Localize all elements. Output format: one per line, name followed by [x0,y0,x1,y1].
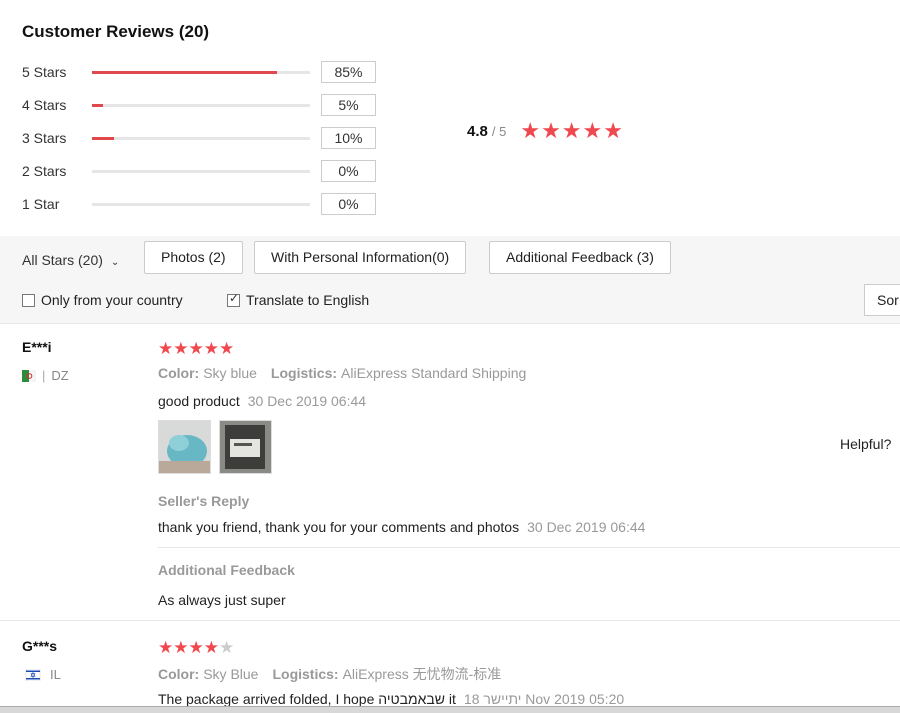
sort-dropdown[interactable]: Sor [864,284,900,316]
review-photo-thumbnail[interactable] [158,420,211,474]
all-stars-label: All Stars (20) [22,252,103,268]
color-value: Sky blue [203,365,257,381]
histogram-label: 4 Stars [22,97,67,113]
review-text: The package arrived folded, I hope שבאמב… [158,691,456,707]
review-divider [0,620,900,621]
additional-feedback-text: As always just super [158,592,286,608]
review-meta: Color: Sky blue Logistics: AliExpress Stand… [158,365,526,381]
histogram-percent: 10% [321,127,376,149]
country-code: IL [50,667,61,682]
additional-feedback-title: Additional Feedback [158,562,295,578]
average-value: 4.8 [467,122,488,140]
star-filled-icon: ★ [203,339,219,358]
only-country-checkbox[interactable]: Only from your country [22,292,183,308]
country-divider: | [42,368,46,383]
personal-info-filter-button[interactable]: With Personal Information(0) [254,241,467,274]
chevron-down-icon: ⌄ [110,257,120,268]
histogram-track [92,202,310,206]
histogram-label: 3 Stars [22,130,67,146]
histogram-fill [92,136,114,140]
star-filled-icon: ★ [158,339,174,358]
only-country-label: Only from your country [41,292,183,308]
histogram-row-4[interactable]: 4 Stars 5% [22,94,376,116]
average-rating: 4.8 / 5 ★ ★ ★ ★ ★ [467,120,624,142]
star-icon: ★ [561,118,582,143]
average-max: / 5 [491,123,507,139]
histogram-percent: 85% [321,61,376,83]
helpful-label: Helpful? [840,436,892,452]
histogram-row-1[interactable]: 1 Star 0% [22,193,376,215]
histogram-percent: 0% [321,160,376,182]
photo-image [220,421,271,473]
seller-reply-date: 30 Dec 2019 06:44 [527,519,646,535]
star-filled-icon: ★ [173,638,189,657]
review-text-line: good product 30 Dec 2019 06:44 [158,393,366,409]
star-filled-icon: ★ [203,638,219,657]
review-text: good product [158,393,240,409]
histogram-label: 2 Stars [22,163,67,179]
star-filled-icon: ★ [188,638,204,657]
histogram-row-5[interactable]: 5 Stars 85% [22,61,376,83]
photo-image [159,421,210,473]
seller-reply-title: Seller's Reply [158,493,250,509]
color-label: Color: [158,365,200,381]
review-date: 18 יתיישר Nov 2019 05:20 [463,691,625,707]
taskbar [0,706,900,713]
histogram-label: 1 Star [22,196,60,212]
review-username: E***i [22,339,52,355]
flag-il-icon [25,668,41,681]
histogram-track [92,70,310,74]
logistics-value: AliExpress 无忧物流-标准 [342,666,502,682]
star-filled-icon: ★ [173,339,189,358]
translate-checkbox[interactable]: Translate to English [227,291,370,308]
histogram-row-3[interactable]: 3 Stars 10% [22,127,376,149]
all-stars-dropdown[interactable]: All Stars (20) ⌄ [22,252,119,268]
star-filled-icon: ★ [188,339,204,358]
star-filled-icon: ★ [158,638,174,657]
reviews-title: Customer Reviews (20) [22,22,210,41]
review-text-line: The package arrived folded, I hope שבאמב… [158,691,624,707]
histogram-percent: 5% [321,94,376,116]
additional-feedback-filter-button[interactable]: Additional Feedback (3) [489,241,671,274]
color-value: Sky Blue [203,666,259,682]
review-photo-thumbnail[interactable] [219,420,272,474]
histogram-track [92,136,310,140]
photos-filter-button[interactable]: Photos (2) [144,241,243,274]
logistics-value: AliExpress Standard Shipping [341,365,527,381]
histogram-fill [92,70,278,74]
seller-reply-line: thank you friend, thank you for your com… [158,519,645,535]
histogram-track [92,169,310,173]
histogram-track [92,103,310,107]
review-rating: ★ ★ ★ ★ ★ [158,639,234,656]
star-filled-icon: ★ [219,339,235,358]
logistics-label: Logistics: [272,666,339,682]
checkbox-icon[interactable] [22,293,35,307]
country-code: DZ [51,368,69,383]
section-divider [158,547,900,548]
star-icon: ★ [603,118,623,143]
color-label: Color: [158,666,200,682]
review-date: 30 Dec 2019 06:44 [247,393,367,409]
star-empty-icon: ★ [219,638,235,657]
histogram-percent: 0% [321,193,376,215]
review-username: G***s [22,638,58,654]
review-meta: Color: Sky Blue Logistics: AliExpress 无忧物流-… [158,664,501,684]
seller-reply-text: thank you friend, thank you for your com… [158,519,520,535]
review-rating: ★ ★ ★ ★ ★ [158,340,234,357]
logistics-label: Logistics: [270,365,338,381]
translate-label: Translate to English [246,292,370,308]
review-country: | DZ [22,368,69,383]
star-icon: ★ [541,118,561,143]
filter-bar: All Stars (20) ⌄ Photos (2) With Personal… [0,236,900,324]
flag-dz-icon [22,369,36,382]
histogram-row-2[interactable]: 2 Stars 0% [22,160,376,182]
star-icon: ★ [582,118,603,143]
checkbox-checked-icon[interactable] [227,291,240,307]
star-icon: ★ [520,118,541,143]
review-country: IL [22,667,61,682]
histogram-label: 5 Stars [22,64,67,80]
histogram-fill [92,103,103,107]
